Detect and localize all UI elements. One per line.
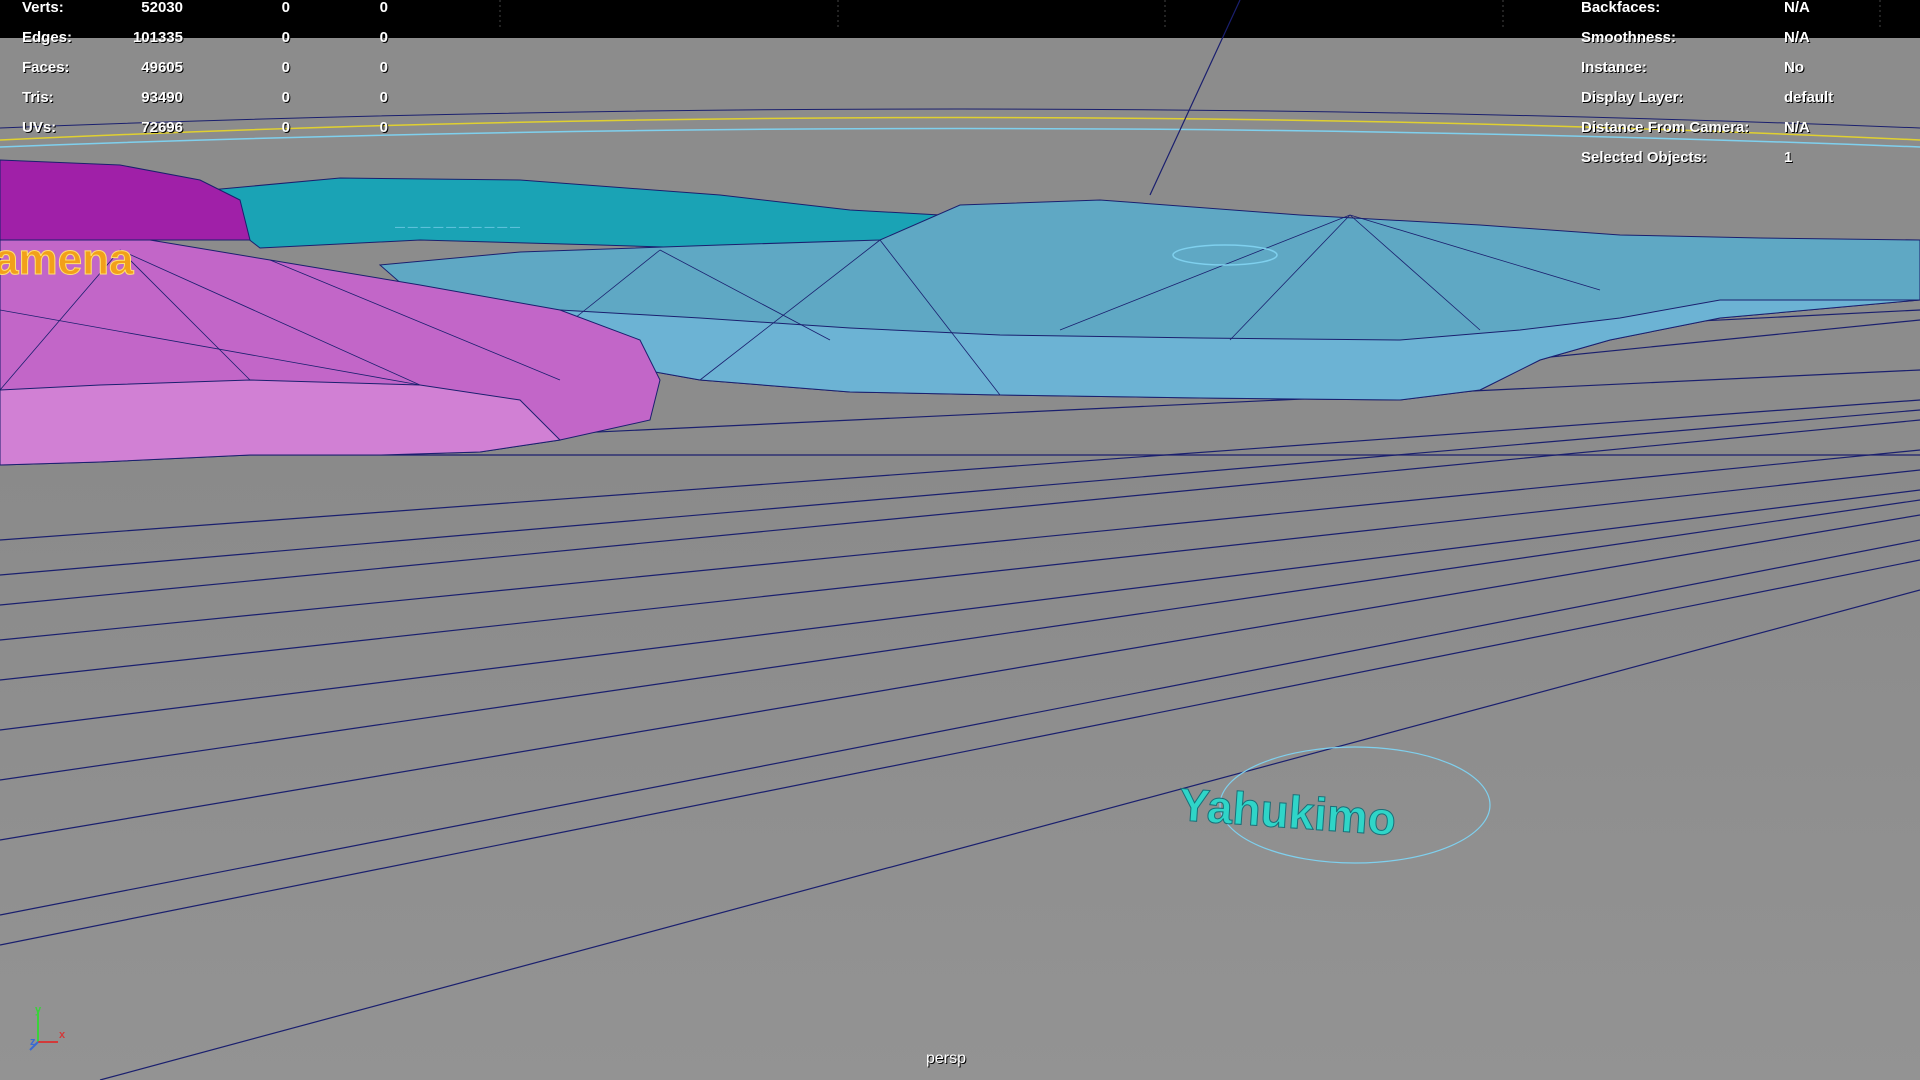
hud-edges-sel: 0 <box>281 29 290 46</box>
hud-distance-label: Distance From Camera: <box>1581 119 1750 136</box>
hud-selected-objects-label: Selected Objects: <box>1581 149 1707 166</box>
hud-tris-comp: 0 <box>379 89 388 106</box>
hud-tris-value: 93490 <box>141 89 183 106</box>
hud-tris-label: Tris: <box>22 89 54 106</box>
hud-smoothness-label: Smoothness: <box>1581 29 1677 46</box>
hud-edges-value: 101335 <box>132 29 183 46</box>
hud-verts-comp: 0 <box>379 0 388 16</box>
axis-z-label: z <box>30 1036 36 1048</box>
axis-x-label: x <box>59 1029 66 1041</box>
hud-verts-sel: 0 <box>281 0 290 16</box>
hud-uvs-sel: 0 <box>281 119 290 136</box>
hud-faces-sel: 0 <box>281 59 290 76</box>
hud-instance-value: No <box>1784 59 1804 76</box>
hud-backfaces-value: N/A <box>1784 0 1810 16</box>
hud-edges-label: Edges: <box>22 29 73 46</box>
hud-smoothness-value: N/A <box>1784 29 1810 46</box>
camera-name-label: persp <box>925 1050 967 1067</box>
hud-backfaces-label: Backfaces: <box>1581 0 1661 16</box>
hud-faces-value: 49605 <box>141 59 183 76</box>
hud-tris-sel: 0 <box>281 89 290 106</box>
maya-perspective-viewport[interactable]: — — — — — — — — — — amena Yahukimo y x z… <box>0 0 1920 1080</box>
hud-display-layer-label: Display Layer: <box>1581 89 1684 106</box>
region-label-amena[interactable]: amena <box>0 235 134 285</box>
hud-distance-value: N/A <box>1784 119 1810 136</box>
hud-selected-objects-value: 1 <box>1784 149 1793 166</box>
hud-edges-comp: 0 <box>379 29 388 46</box>
hud-uvs-comp: 0 <box>379 119 388 136</box>
hud-faces-label: Faces: <box>22 59 70 76</box>
hud-verts-label: Verts: <box>22 0 64 16</box>
distant-region-label: — — — — — — — — — — <box>395 222 520 233</box>
axis-y-label: y <box>35 1004 42 1016</box>
hud-uvs-value: 72696 <box>141 119 183 136</box>
hud-faces-comp: 0 <box>379 59 388 76</box>
hud-instance-label: Instance: <box>1581 59 1647 76</box>
hud-verts-value: 52030 <box>141 0 183 16</box>
hud-display-layer-value: default <box>1784 89 1834 106</box>
hud-uvs-label: UVs: <box>22 119 57 136</box>
